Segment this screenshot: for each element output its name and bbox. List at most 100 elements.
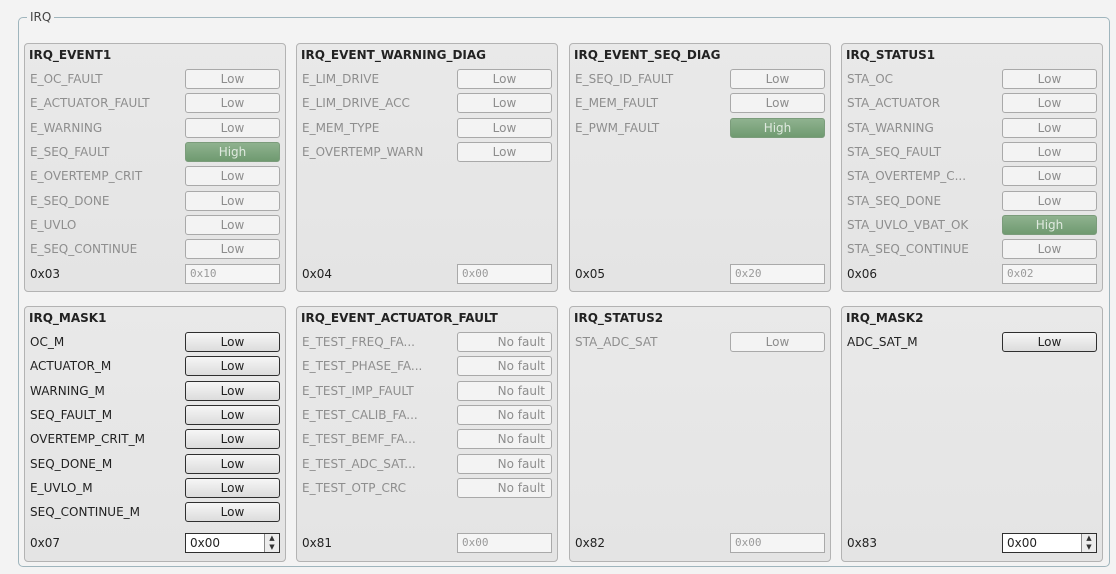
field-row: STA_SEQ_DONE Low <box>842 190 1102 212</box>
register-value-spinbox[interactable]: 0x00 ▲ ▼ <box>1002 533 1097 553</box>
panel-title: IRQ_MASK1 <box>29 311 107 325</box>
register-value-text[interactable]: 0x00 <box>1007 536 1037 550</box>
overtemp-crit-m-value-button[interactable]: Low <box>185 429 280 450</box>
e-test-calib-fa-value-button: No fault <box>457 404 552 425</box>
sta-actuator-value-button: Low <box>1002 93 1097 114</box>
register-value-text[interactable]: 0x00 <box>190 536 220 550</box>
panel-irq-status2: IRQ_STATUS2 STA_ADC_SAT Low 0x82 0x00 <box>569 306 831 562</box>
field-row: E_TEST_ADC_SAT... No fault <box>297 453 557 475</box>
field-row: E_LIM_DRIVE_ACC Low <box>297 92 557 114</box>
field-row: E_MEM_TYPE Low <box>297 117 557 139</box>
e-actuator-fault-value-button: Low <box>185 93 280 114</box>
e-test-freq-fa-value-button: No fault <box>457 332 552 352</box>
field-label-seq-continue-m: SEQ_CONTINUE_M <box>30 505 141 520</box>
field-row: E_TEST_OTP_CRC No fault <box>297 477 557 499</box>
field-label-actuator-m: ACTUATOR_M <box>30 359 112 374</box>
field-row: E_UVLO_M Low <box>25 477 285 499</box>
field-row: SEQ_FAULT_M Low <box>25 404 285 426</box>
field-row: E_OVERTEMP_WARN Low <box>297 141 557 163</box>
register-address: 0x82 <box>575 536 606 550</box>
warning-m-value-button[interactable]: Low <box>185 380 280 401</box>
sta-seq-done-value-button: Low <box>1002 190 1097 211</box>
panel-irq-event1: IRQ_EVENT1 E_OC_FAULT Low E_ACTUATOR_FAULT L… <box>24 43 286 292</box>
panel-title: IRQ_EVENT1 <box>29 48 112 62</box>
field-label-e-test-bemf-fa: E_TEST_BEMF_FA... <box>302 432 416 447</box>
sta-overtemp-c-value-button: Low <box>1002 166 1097 187</box>
field-label-e-lim-drive: E_LIM_DRIVE <box>302 72 380 86</box>
e-overtemp-crit-value-button: Low <box>185 166 280 187</box>
e-seq-fault-value-button: High <box>185 141 280 162</box>
sta-seq-continue-value-button: Low <box>1002 239 1097 260</box>
field-label-sta-adc-sat: STA_ADC_SAT <box>575 335 658 349</box>
field-label-e-oc-fault: E_OC_FAULT <box>30 72 103 86</box>
field-row: E_SEQ_FAULT High <box>25 141 285 163</box>
register-value-readonly: 0x00 <box>730 533 825 553</box>
register-address: 0x06 <box>847 267 878 281</box>
field-label-sta-seq-done: STA_SEQ_DONE <box>847 193 942 208</box>
register-address: 0x83 <box>847 536 878 550</box>
oc-m-value-button[interactable]: Low <box>185 332 280 352</box>
sta-oc-value-button: Low <box>1002 69 1097 89</box>
field-label-e-test-phase-fa: E_TEST_PHASE_FA... <box>302 359 423 374</box>
field-row: OC_M Low <box>25 331 285 353</box>
field-row: E_TEST_BEMF_FA... No fault <box>297 428 557 450</box>
field-label-sta-actuator: STA_ACTUATOR <box>847 96 941 111</box>
field-label-e-test-imp-fault: E_TEST_IMP_FAULT <box>302 383 414 398</box>
field-label-e-seq-continue: E_SEQ_CONTINUE <box>30 242 138 257</box>
field-row: STA_ADC_SAT Low <box>570 331 830 353</box>
e-uvlo-m-value-button[interactable]: Low <box>185 477 280 498</box>
field-label-e-test-otp-crc: E_TEST_OTP_CRC <box>302 480 406 495</box>
field-row: ACTUATOR_M Low <box>25 355 285 377</box>
panel-irq-event-actuator-fault: IRQ_EVENT_ACTUATOR_FAULT E_TEST_FREQ_FA..… <box>296 306 558 562</box>
field-row: STA_OVERTEMP_C... Low <box>842 165 1102 187</box>
field-label-sta-seq-continue: STA_SEQ_CONTINUE <box>847 242 969 257</box>
field-label-oc-m: OC_M <box>30 335 65 349</box>
e-seq-done-value-button: Low <box>185 190 280 211</box>
field-label-e-actuator-fault: E_ACTUATOR_FAULT <box>30 96 150 111</box>
panel-title: IRQ_MASK2 <box>846 311 924 325</box>
field-label-e-pwm-fault: E_PWM_FAULT <box>575 120 660 135</box>
panel-irq-mask1: IRQ_MASK1 OC_M Low ACTUATOR_M Low WARNING_M Lo… <box>24 306 286 562</box>
sta-seq-fault-value-button: Low <box>1002 141 1097 162</box>
field-row: E_OC_FAULT Low <box>25 68 285 90</box>
field-label-e-overtemp-crit: E_OVERTEMP_CRIT <box>30 169 143 184</box>
field-row: OVERTEMP_CRIT_M Low <box>25 428 285 450</box>
spin-arrows-icon[interactable]: ▲ ▼ <box>264 534 279 552</box>
e-warning-value-button: Low <box>185 117 280 138</box>
field-label-overtemp-crit-m: OVERTEMP_CRIT_M <box>30 432 145 447</box>
field-row: STA_ACTUATOR Low <box>842 92 1102 114</box>
field-label-e-uvlo-m: E_UVLO_M <box>30 480 93 495</box>
field-label-sta-seq-fault: STA_SEQ_FAULT <box>847 144 942 159</box>
field-row: E_WARNING Low <box>25 117 285 139</box>
actuator-m-value-button[interactable]: Low <box>185 356 280 377</box>
field-label-warning-m: WARNING_M <box>30 383 105 398</box>
e-pwm-fault-value-button: High <box>730 117 825 138</box>
field-label-e-test-calib-fa: E_TEST_CALIB_FA... <box>302 407 418 422</box>
field-label-e-uvlo: E_UVLO <box>30 217 77 232</box>
e-test-otp-crc-value-button: No fault <box>457 477 552 498</box>
adc-sat-m-value-button[interactable]: Low <box>1002 332 1097 352</box>
register-value-readonly: 0x00 <box>457 264 552 284</box>
register-value-spinbox[interactable]: 0x00 ▲ ▼ <box>185 533 280 553</box>
field-label-e-warning: E_WARNING <box>30 120 103 135</box>
e-lim-drive-value-button: Low <box>457 69 552 89</box>
e-test-imp-fault-value-button: No fault <box>457 380 552 401</box>
register-address: 0x04 <box>302 267 333 281</box>
panel-title: IRQ_EVENT_SEQ_DIAG <box>574 48 721 62</box>
field-row: STA_SEQ_FAULT Low <box>842 141 1102 163</box>
e-test-adc-sat-value-button: No fault <box>457 453 552 474</box>
field-row: E_OVERTEMP_CRIT Low <box>25 165 285 187</box>
seq-fault-m-value-button[interactable]: Low <box>185 404 280 425</box>
seq-continue-m-value-button[interactable]: Low <box>185 502 280 523</box>
seq-done-m-value-button[interactable]: Low <box>185 453 280 474</box>
panel-title: IRQ_EVENT_ACTUATOR_FAULT <box>301 311 498 325</box>
panel-irq-mask2: IRQ_MASK2 ADC_SAT_M Low 0x83 0x00 ▲ ▼ <box>841 306 1103 562</box>
panel-title: IRQ_EVENT_WARNING_DIAG <box>301 48 487 62</box>
field-label-adc-sat-m: ADC_SAT_M <box>847 335 918 349</box>
e-test-phase-fa-value-button: No fault <box>457 356 552 377</box>
e-seq-continue-value-button: Low <box>185 239 280 260</box>
spin-arrows-icon[interactable]: ▲ ▼ <box>1081 534 1096 552</box>
register-value-readonly: 0x10 <box>185 264 280 284</box>
e-mem-type-value-button: Low <box>457 117 552 138</box>
field-label-sta-uvlo-vbat-ok: STA_UVLO_VBAT_OK <box>847 217 969 232</box>
